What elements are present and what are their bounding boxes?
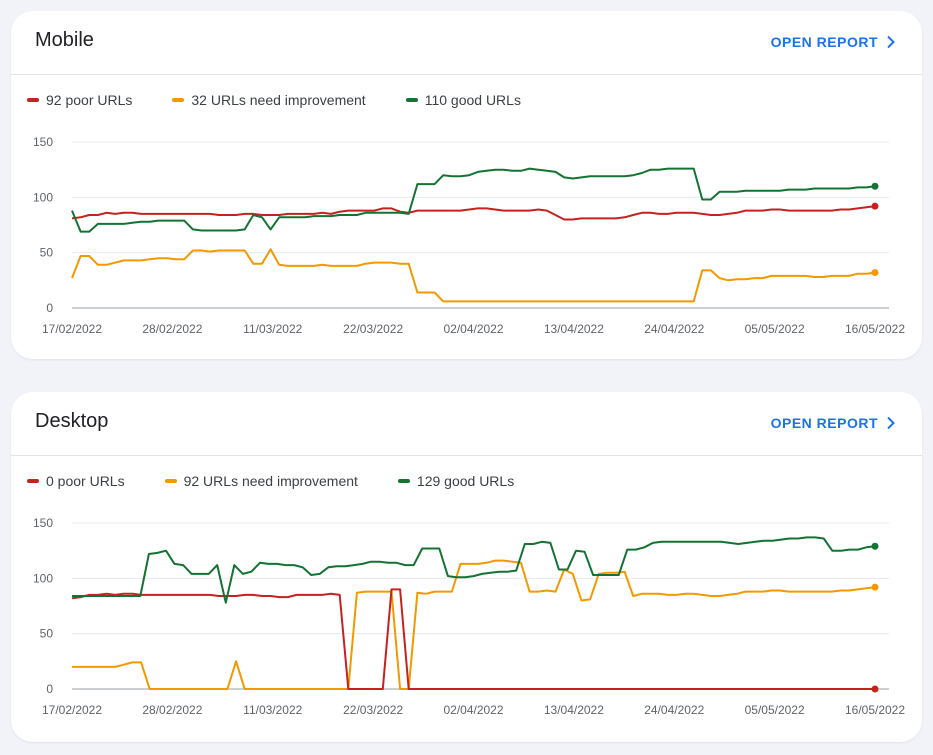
x-tick-label: 05/05/2022: [745, 322, 805, 336]
card-header: Mobile OPEN REPORT: [11, 11, 922, 75]
x-tick-label: 02/04/2022: [443, 322, 503, 336]
x-tick-label: 11/03/2022: [243, 703, 302, 717]
legend: 0 poor URLs 92 URLs need improvement 129…: [27, 472, 554, 490]
legend-label-poor: 0 poor URLs: [46, 473, 125, 489]
series-line-poor: [71, 205, 876, 221]
x-tick-label: 13/04/2022: [544, 322, 604, 336]
series-endpoint-needs: [871, 269, 879, 277]
legend-swatch-poor: [27, 98, 39, 102]
x-tick-label: 24/04/2022: [644, 703, 704, 717]
card-title: Desktop: [35, 410, 109, 432]
desktop-line-chart[interactable]: 150 100 50 0 17/02/2022 28/02/2022 11/03/2022 2…: [11, 502, 922, 732]
series-endpoint-poor: [871, 685, 879, 693]
open-report-label: OPEN REPORT: [770, 415, 878, 431]
x-tick-label: 02/04/2022: [443, 703, 503, 717]
series-line-needs: [71, 248, 876, 303]
series-line-poor: [71, 588, 875, 690]
chevron-right-icon: [887, 35, 895, 49]
legend-label-needs-improvement: 92 URLs need improvement: [183, 473, 358, 489]
y-tick-label: 50: [40, 246, 54, 260]
legend-label-poor: 92 poor URLs: [46, 92, 133, 108]
y-tick-label: 0: [46, 301, 53, 315]
open-report-button[interactable]: OPEN REPORT: [771, 415, 896, 431]
x-tick-label: 16/05/2022: [845, 322, 905, 336]
legend-swatch-good: [397, 479, 410, 483]
card-header: Desktop OPEN REPORT: [11, 392, 922, 456]
legend-label-good: 110 good URLs: [424, 92, 521, 108]
y-tick-label: 100: [33, 190, 53, 204]
y-tick-label: 100: [33, 571, 53, 585]
card-title: Mobile: [35, 29, 94, 51]
legend-item-poor[interactable]: 0 poor URLs: [27, 473, 125, 489]
y-tick-label: 150: [33, 135, 53, 149]
legend-swatch-poor: [27, 479, 39, 483]
mobile-card: Mobile OPEN REPORT 92 poor URLs 32 URLs …: [11, 11, 922, 359]
x-tick-label: 24/04/2022: [644, 322, 704, 336]
mobile-line-chart[interactable]: 150 100 50 0 17/02/2022 28/02/2022 11/03/2022 2…: [11, 121, 922, 351]
series-endpoint-good: [871, 182, 879, 190]
series-endpoint-good: [871, 542, 879, 550]
x-tick-label: 05/05/2022: [745, 703, 805, 717]
x-tick-label: 11/03/2022: [243, 322, 302, 336]
x-tick-label: 17/02/2022: [42, 703, 102, 717]
x-tick-label: 28/02/2022: [142, 322, 202, 336]
desktop-card: Desktop OPEN REPORT 0 poor URLs 92 URLs …: [11, 392, 922, 742]
legend-swatch-good: [405, 98, 418, 102]
legend-item-needs-improvement[interactable]: 32 URLs need improvement: [172, 92, 366, 108]
legend-item-poor[interactable]: 92 poor URLs: [27, 92, 132, 108]
x-tick-label: 17/02/2022: [42, 322, 102, 336]
series-line-good: [71, 167, 876, 233]
series-endpoint-needs: [871, 583, 879, 591]
x-tick-label: 22/03/2022: [343, 703, 403, 717]
legend-swatch-needs-improvement: [172, 98, 185, 102]
series-endpoint-poor: [871, 202, 879, 210]
series-line-good: [72, 536, 876, 604]
x-tick-label: 13/04/2022: [544, 703, 604, 717]
open-report-label: OPEN REPORT: [770, 34, 878, 50]
legend-item-good[interactable]: 129 good URLs: [397, 473, 515, 489]
x-tick-label: 22/03/2022: [343, 322, 403, 336]
legend-item-needs-improvement[interactable]: 92 URLs need improvement: [164, 473, 358, 489]
x-tick-label: 28/02/2022: [142, 703, 202, 717]
x-tick-label: 16/05/2022: [845, 703, 905, 717]
legend-label-needs-improvement: 32 URLs need improvement: [191, 92, 366, 108]
y-tick-label: 0: [46, 682, 53, 696]
y-tick-label: 50: [40, 627, 54, 641]
legend-item-good[interactable]: 110 good URLs: [405, 92, 521, 108]
legend-swatch-needs-improvement: [164, 479, 177, 483]
y-tick-label: 150: [33, 516, 53, 530]
series-line-needs: [72, 559, 876, 690]
open-report-button[interactable]: OPEN REPORT: [771, 34, 896, 50]
chevron-right-icon: [887, 416, 895, 430]
legend: 92 poor URLs 32 URLs need improvement 11…: [27, 91, 561, 109]
legend-label-good: 129 good URLs: [416, 473, 515, 489]
